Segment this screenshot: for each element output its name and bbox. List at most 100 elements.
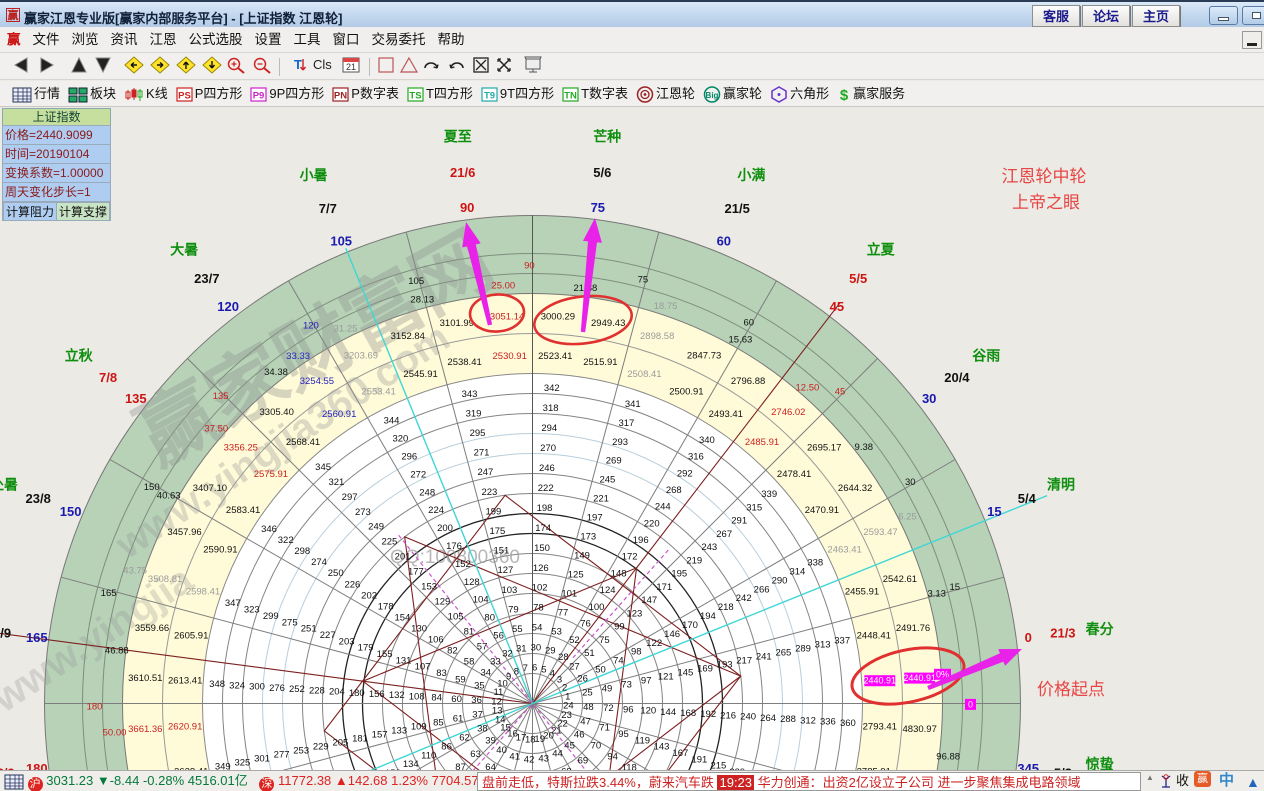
svg-text:54: 54 [532,623,543,634]
svg-text:33.33: 33.33 [286,351,310,362]
svg-text:64: 64 [485,762,496,770]
svg-text:86: 86 [441,741,452,752]
svg-text:167: 167 [672,748,688,759]
svg-text:7: 7 [523,663,528,674]
svg-text:43.75: 43.75 [123,566,147,577]
svg-text:274: 274 [311,557,327,568]
svg-text:6.25: 6.25 [898,512,917,523]
svg-text:289: 289 [795,644,811,655]
svg-text:2553.41: 2553.41 [361,386,395,397]
svg-text:338: 338 [807,558,823,569]
svg-text:129: 129 [434,597,450,608]
svg-text:120: 120 [303,321,319,332]
svg-text:173: 173 [580,532,596,543]
svg-text:27: 27 [569,661,580,672]
svg-text:297: 297 [342,492,358,503]
svg-text:240: 240 [740,712,756,723]
svg-text:96.88: 96.88 [936,751,960,762]
svg-text:349: 349 [215,762,231,771]
svg-text:2793.41: 2793.41 [863,721,897,732]
svg-text:24: 24 [563,701,574,712]
svg-text:220: 220 [644,518,660,529]
svg-text:2470.91: 2470.91 [805,505,839,516]
svg-text:180: 180 [349,688,365,699]
svg-text:312: 312 [800,715,816,726]
svg-text:TS: TS [409,91,421,102]
svg-text:120: 120 [217,299,239,314]
svg-text:204: 204 [329,687,345,698]
svg-text:120: 120 [640,706,656,717]
svg-text:3000.29: 3000.29 [541,311,575,322]
svg-text:82: 82 [447,646,458,657]
svg-text:小满: 小满 [737,167,765,183]
svg-text:30: 30 [531,643,542,654]
svg-text:3254.55: 3254.55 [300,376,334,387]
svg-text:30: 30 [905,477,916,488]
svg-text:152: 152 [455,559,471,570]
svg-text:154: 154 [394,612,410,623]
svg-text:340: 340 [699,435,715,446]
svg-text:107: 107 [415,662,431,673]
svg-text:229: 229 [313,742,329,753]
svg-text:T9: T9 [484,91,495,102]
svg-text:12.50: 12.50 [796,382,820,393]
svg-text:Big: Big [706,91,719,100]
svg-text:228: 228 [309,685,325,696]
svg-text:149: 149 [574,551,590,562]
svg-text:69: 69 [578,755,589,766]
svg-text:48: 48 [583,702,594,713]
svg-text:2593.47: 2593.47 [863,527,897,538]
svg-text:317: 317 [618,418,634,429]
svg-text:惊蛰: 惊蛰 [1085,756,1114,770]
svg-text:150: 150 [144,482,160,493]
svg-text:59: 59 [455,674,466,685]
svg-text:165: 165 [101,588,117,599]
svg-text:126: 126 [533,563,549,574]
svg-text:2530.91: 2530.91 [493,351,527,362]
svg-text:2542.61: 2542.61 [883,574,917,585]
svg-text:2440.91: 2440.91 [903,673,936,683]
svg-text:168: 168 [680,708,696,719]
svg-text:2613.41: 2613.41 [168,676,202,687]
svg-text:75: 75 [591,200,605,215]
svg-text:TN: TN [564,91,577,102]
svg-text:193: 193 [717,659,733,670]
svg-text:105: 105 [448,612,464,623]
svg-text:大暑: 大暑 [170,242,198,258]
svg-text:3: 3 [557,675,562,686]
svg-text:立秋: 立秋 [65,347,94,363]
svg-text:223: 223 [481,487,497,498]
svg-text:3661.36: 3661.36 [128,724,162,735]
svg-text:147: 147 [641,595,657,606]
svg-text:245: 245 [599,475,615,486]
svg-text:345: 345 [315,462,331,473]
svg-text:2796.88: 2796.88 [731,376,765,387]
svg-text:325: 325 [234,758,250,769]
svg-text:295: 295 [470,428,486,439]
svg-text:53: 53 [551,626,562,637]
svg-text:130: 130 [411,623,427,634]
svg-text:30: 30 [922,391,936,406]
svg-text:337: 337 [834,636,850,647]
svg-text:227: 227 [320,630,336,641]
svg-text:180: 180 [87,702,103,713]
svg-text:2568.41: 2568.41 [286,437,320,448]
svg-text:价格起点: 价格起点 [1037,680,1105,699]
svg-text:174: 174 [535,523,551,534]
svg-text:7/7: 7/7 [319,201,337,216]
svg-text:37.50: 37.50 [204,424,228,435]
svg-text:131: 131 [396,655,412,666]
svg-text:上帝之眼: 上帝之眼 [1012,193,1080,212]
svg-text:62: 62 [459,732,470,743]
svg-text:125: 125 [568,570,584,581]
svg-text:60: 60 [717,234,731,249]
svg-text:275: 275 [282,617,298,628]
svg-text:2949.43: 2949.43 [591,318,625,329]
svg-text:123: 123 [626,608,642,619]
svg-text:处暑: 处暑 [0,477,18,493]
svg-text:194: 194 [700,611,716,622]
svg-text:2485.91: 2485.91 [745,437,779,448]
svg-text:15.63: 15.63 [729,335,753,346]
svg-text:37: 37 [472,710,483,721]
svg-text:242: 242 [736,593,752,604]
